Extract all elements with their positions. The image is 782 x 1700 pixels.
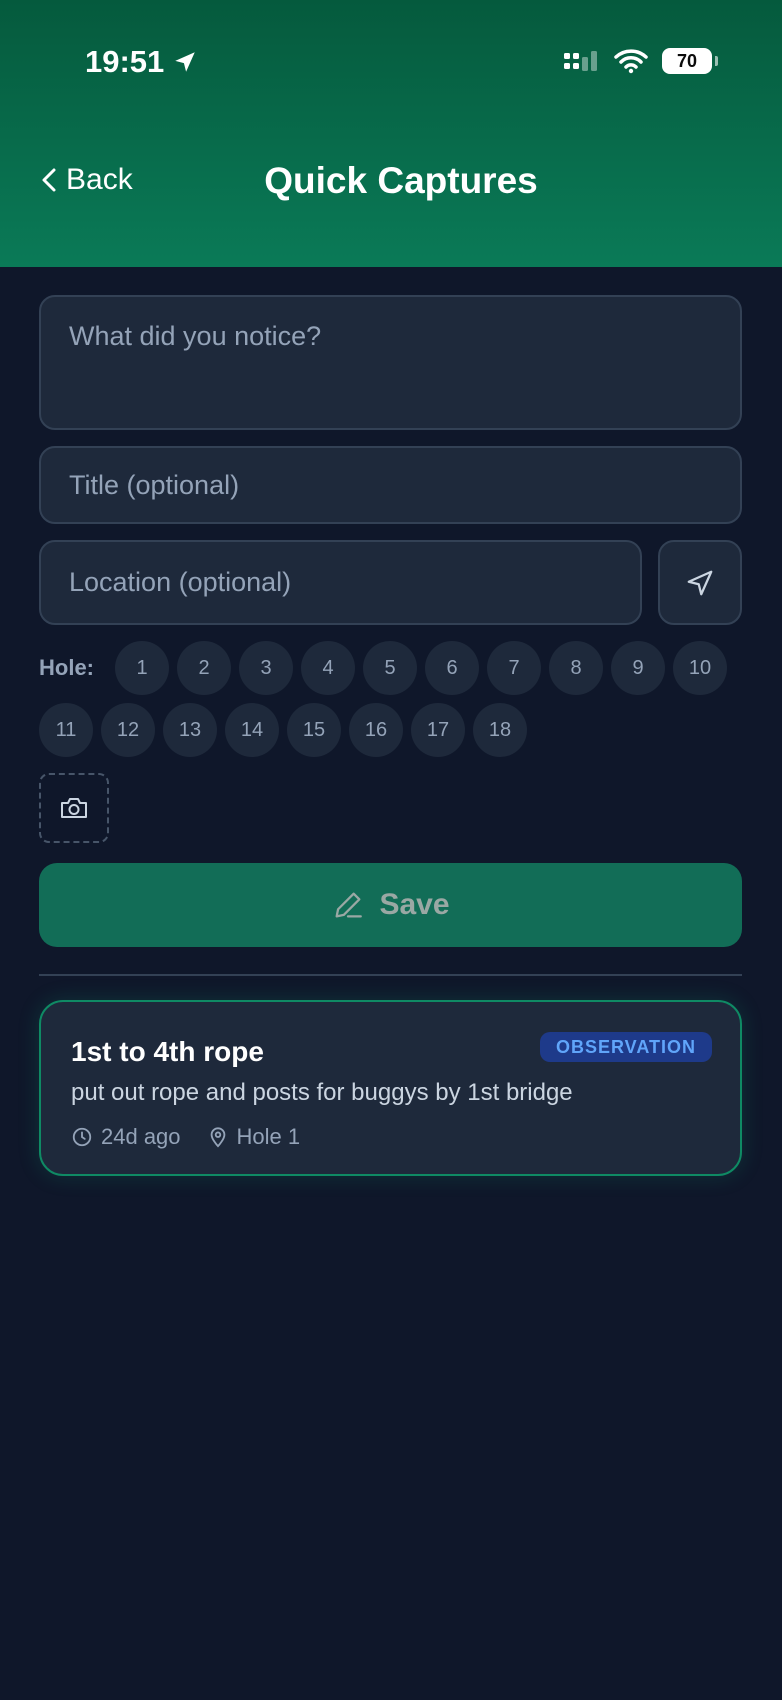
hole-number: 15	[302, 718, 326, 741]
hole-number: 6	[446, 656, 458, 679]
capture-title: 1st to 4th rope	[71, 1036, 264, 1067]
hole-button-16[interactable]: 16	[349, 703, 403, 757]
hole-number: 10	[688, 656, 712, 679]
hole-number: 7	[508, 656, 520, 679]
hole-button-17[interactable]: 17	[411, 703, 465, 757]
hole-number: 5	[384, 656, 396, 679]
hole-button-11[interactable]: 11	[39, 703, 93, 757]
wifi-icon	[614, 49, 648, 74]
capture-description: put out rope and posts for buggys by 1st…	[71, 1079, 573, 1106]
status-time: 19:51	[85, 44, 198, 80]
clock-icon	[72, 1127, 92, 1147]
hole-button-12[interactable]: 12	[101, 703, 155, 757]
save-button[interactable]: Save	[39, 863, 742, 947]
capture-time: 24d ago	[71, 1124, 181, 1150]
hole-number: 4	[322, 656, 334, 679]
hole-button-4[interactable]: 4	[301, 641, 355, 695]
map-pin-icon	[210, 1127, 225, 1148]
save-label: Save	[379, 888, 450, 921]
hole-number: 3	[260, 656, 272, 679]
hole-number: 9	[632, 656, 644, 679]
hole-button-10[interactable]: 10	[673, 641, 727, 695]
hole-button-1[interactable]: 1	[115, 641, 169, 695]
hole-button-15[interactable]: 15	[287, 703, 341, 757]
hole-number: 11	[55, 718, 77, 741]
header: 19:51 70 Back Quick Captures	[0, 0, 782, 267]
title-input[interactable]: Title (optional)	[39, 446, 742, 524]
location-arrow-icon	[175, 52, 196, 72]
add-photo-button[interactable]	[39, 773, 109, 843]
capture-hole: Hole 1	[207, 1124, 301, 1150]
capture-meta: 24d ago Hole 1	[71, 1124, 300, 1150]
navigation-icon	[687, 570, 713, 595]
divider	[39, 974, 742, 976]
hole-button-6[interactable]: 6	[425, 641, 479, 695]
notice-placeholder: What did you notice?	[69, 321, 322, 351]
hole-number: 14	[240, 718, 264, 741]
hole-number: 17	[426, 718, 450, 741]
hole-button-18[interactable]: 18	[473, 703, 527, 757]
hole-button-9[interactable]: 9	[611, 641, 665, 695]
cellular-signal-icon	[564, 51, 597, 71]
hole-number: 8	[570, 656, 582, 679]
capture-hole-label: Hole 1	[236, 1124, 301, 1149]
hole-number: 2	[198, 656, 210, 679]
notice-input[interactable]: What did you notice?	[39, 295, 742, 430]
hole-number: 1	[136, 656, 148, 679]
location-placeholder: Location (optional)	[69, 567, 292, 597]
status-icons: 70	[562, 48, 718, 74]
capture-time-label: 24d ago	[101, 1124, 181, 1149]
hole-label: Hole:	[39, 655, 94, 680]
hole-button-2[interactable]: 2	[177, 641, 231, 695]
hole-button-7[interactable]: 7	[487, 641, 541, 695]
hole-number: 13	[178, 718, 202, 741]
page-title: Quick Captures	[264, 160, 538, 201]
location-input[interactable]: Location (optional)	[39, 540, 642, 625]
capture-type-badge: OBSERVATION	[539, 1032, 712, 1062]
use-current-location-button[interactable]	[658, 540, 742, 625]
hole-button-8[interactable]: 8	[549, 641, 603, 695]
hole-number: 12	[116, 718, 140, 741]
camera-icon	[61, 798, 87, 818]
battery-indicator: 70	[662, 48, 718, 74]
hole-number: 16	[364, 718, 388, 741]
title-placeholder: Title (optional)	[69, 469, 240, 500]
capture-card[interactable]: 1st to 4th rope OBSERVATION put out rope…	[39, 1000, 742, 1176]
hole-button-5[interactable]: 5	[363, 641, 417, 695]
hole-button-13[interactable]: 13	[163, 703, 217, 757]
hole-button-14[interactable]: 14	[225, 703, 279, 757]
hole-number: 18	[488, 718, 512, 741]
badge-label: OBSERVATION	[555, 1036, 696, 1057]
hole-button-3[interactable]: 3	[239, 641, 293, 695]
status-time-label: 19:51	[85, 44, 165, 79]
pencil-icon	[335, 892, 363, 918]
battery-level: 70	[676, 50, 698, 71]
